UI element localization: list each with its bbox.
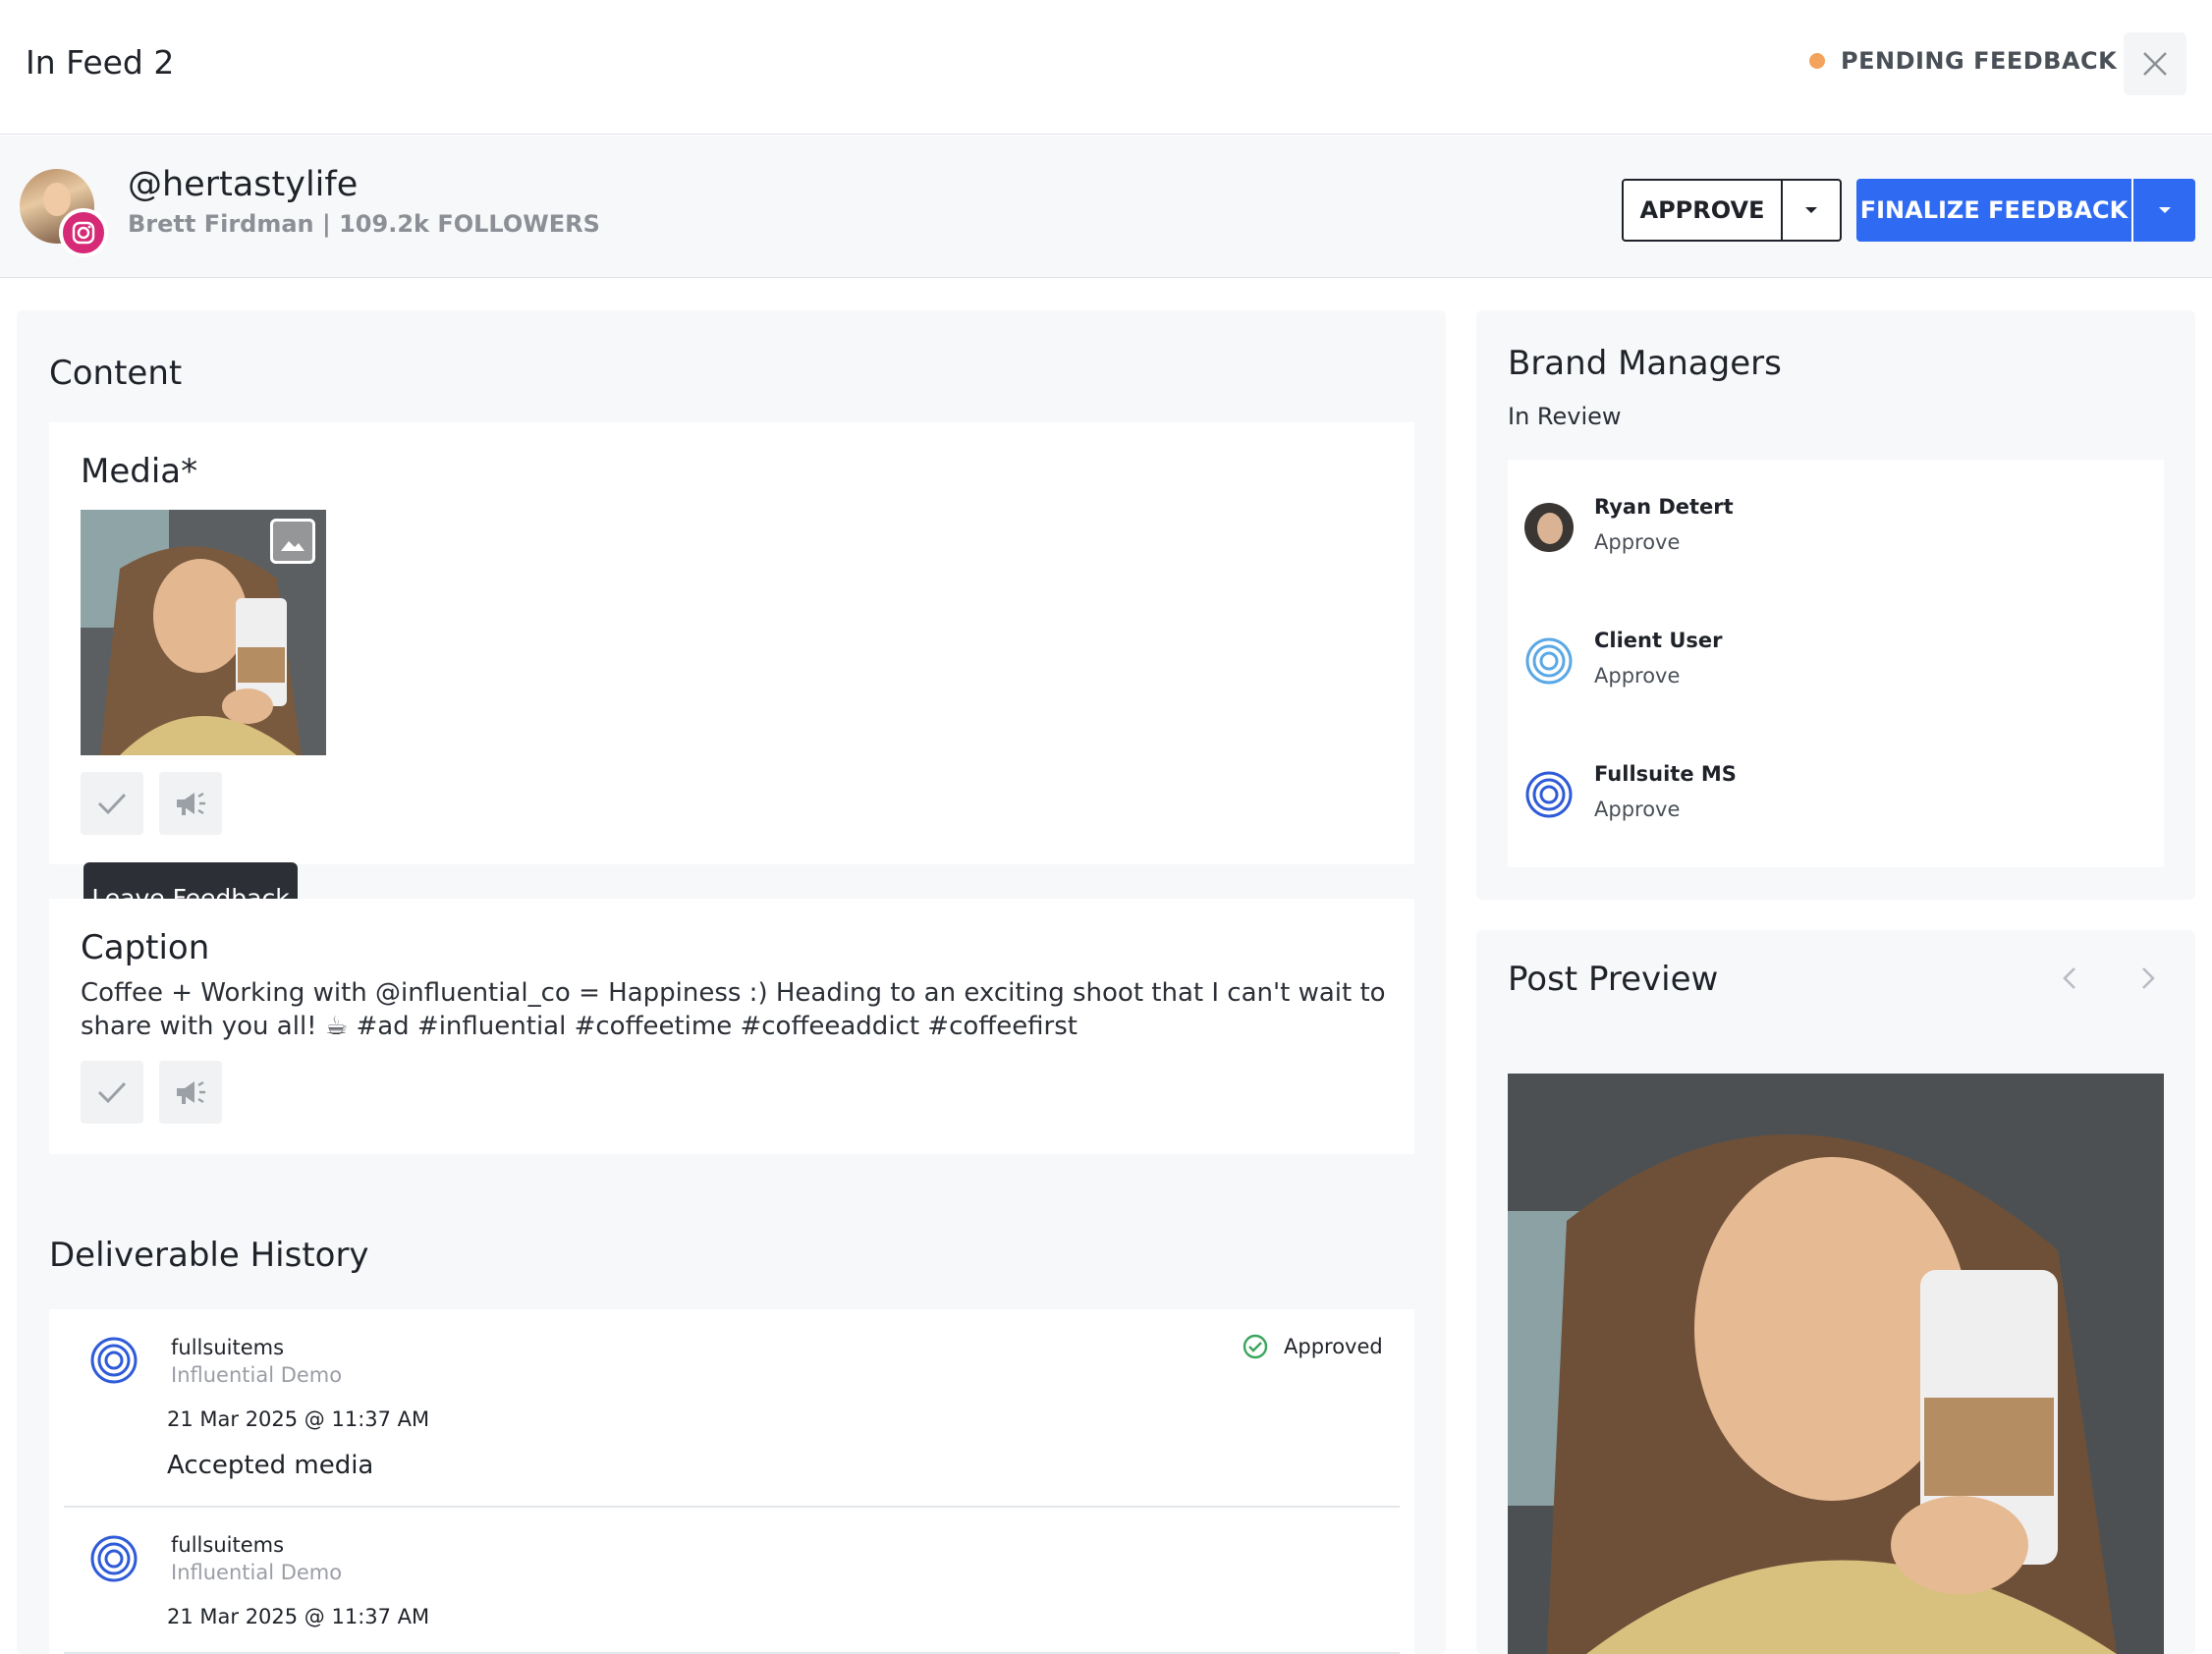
feedback-caption-button[interactable] — [159, 1061, 222, 1124]
finalize-button-group: FINALIZE FEEDBACK — [1856, 179, 2195, 242]
history-date: 21 Mar 2025 @ 11:37 AM — [167, 1407, 430, 1431]
brand-managers-subtitle: In Review — [1508, 403, 1622, 430]
manager-ring-icon — [1524, 770, 1574, 819]
influencer-handle[interactable]: @hertastylife — [128, 165, 358, 204]
megaphone-icon — [177, 1080, 205, 1104]
megaphone-icon — [177, 792, 205, 815]
caption-text: Coffee + Working with @influential_co = … — [81, 978, 1386, 1041]
approve-caption-button[interactable] — [81, 1061, 143, 1124]
finalize-feedback-button[interactable]: FINALIZE FEEDBACK — [1856, 179, 2133, 242]
history-user: fullsuitems — [171, 1336, 285, 1359]
check-icon — [97, 1081, 127, 1104]
feedback-media-button[interactable] — [159, 772, 222, 835]
history-divider — [64, 1506, 1400, 1508]
manager-name: Ryan Detert — [1594, 495, 1734, 519]
manager-name: Client User — [1594, 629, 1723, 652]
manager-ring-icon — [1524, 636, 1574, 686]
caption-title: Caption — [81, 928, 210, 967]
history-title: Deliverable History — [49, 1236, 369, 1275]
manager-status: Approve — [1594, 798, 1681, 821]
history-status: Approved — [1243, 1334, 1383, 1359]
close-icon — [2143, 52, 2167, 76]
modal-title: In Feed 2 — [26, 43, 175, 82]
history-date: 21 Mar 2025 @ 11:37 AM — [167, 1605, 430, 1628]
influencer-meta: Brett Firdman | 109.2k FOLLOWERS — [128, 210, 600, 238]
manager-status: Approve — [1594, 530, 1681, 554]
caret-down-icon — [2158, 207, 2171, 213]
preview-next-button[interactable] — [2135, 963, 2161, 994]
post-preview-title: Post Preview — [1508, 960, 1719, 999]
check-icon — [97, 793, 127, 815]
content-section-title: Content — [49, 354, 183, 393]
user-avatar-icon — [89, 1336, 138, 1385]
status-indicator: PENDING FEEDBACK — [1809, 47, 2117, 75]
media-title: Media* — [81, 452, 198, 491]
approve-button[interactable]: APPROVE — [1624, 181, 1783, 240]
caret-down-icon — [1805, 207, 1817, 213]
approve-dropdown-button[interactable] — [1783, 181, 1840, 240]
chevron-left-icon — [2063, 967, 2075, 989]
history-org: Influential Demo — [171, 1363, 343, 1387]
preview-prev-button[interactable] — [2057, 963, 2082, 994]
history-org: Influential Demo — [171, 1561, 343, 1584]
close-button[interactable] — [2124, 32, 2186, 95]
manager-name: Fullsuite MS — [1594, 762, 1737, 786]
history-card — [49, 1309, 1414, 1654]
instagram-icon — [59, 208, 108, 257]
history-status-label: Approved — [1284, 1335, 1383, 1358]
chevron-right-icon — [2142, 967, 2155, 989]
influencer-avatar[interactable] — [20, 169, 110, 259]
manager-status: Approve — [1594, 664, 1681, 688]
modal-header: In Feed 2 PENDING FEEDBACK — [0, 0, 2212, 135]
image-icon — [270, 519, 315, 564]
history-user: fullsuitems — [171, 1533, 285, 1557]
check-circle-icon — [1243, 1334, 1268, 1359]
finalize-dropdown-button[interactable] — [2133, 179, 2195, 242]
history-note: Accepted media — [167, 1451, 374, 1480]
status-dot — [1809, 53, 1825, 69]
manager-avatar — [1524, 503, 1574, 552]
media-thumbnail[interactable] — [81, 510, 326, 755]
status-label: PENDING FEEDBACK — [1841, 47, 2118, 75]
approve-media-button[interactable] — [81, 772, 143, 835]
post-preview-image — [1508, 1074, 2164, 1654]
influencer-bar: @hertastylife Brett Firdman | 109.2k FOL… — [0, 136, 2212, 278]
approve-button-group: APPROVE — [1622, 179, 1842, 242]
brand-managers-title: Brand Managers — [1508, 344, 1782, 383]
user-avatar-icon — [89, 1534, 138, 1583]
